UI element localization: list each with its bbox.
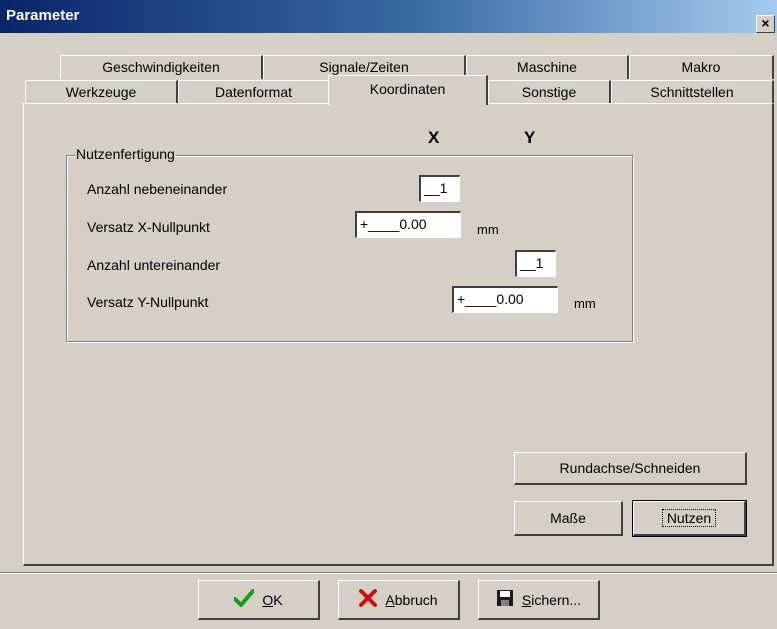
tab-makro[interactable]: Makro	[629, 55, 774, 79]
tab-schnittstellen[interactable]: Schnittstellen	[611, 80, 774, 104]
versatz-x-label: Versatz X-Nullpunkt	[87, 219, 210, 235]
tab-geschwindigkeiten[interactable]: Geschwindigkeiten	[60, 55, 263, 79]
abbruch-button[interactable]: Abbruch	[338, 580, 460, 620]
masse-button[interactable]: Maße	[514, 501, 623, 536]
footer-divider	[0, 572, 777, 574]
rundachse-schneiden-button[interactable]: Rundachse/Schneiden	[514, 452, 747, 485]
anzahl-untereinander-field[interactable]: __1	[515, 250, 556, 277]
tab-koordinaten[interactable]: Koordinaten	[328, 75, 488, 105]
anzahl-untereinander-label: Anzahl untereinander	[87, 257, 221, 273]
tab-sonstige[interactable]: Sonstige	[488, 80, 611, 104]
versatz-x-field[interactable]: +____0.00	[355, 211, 461, 238]
sichern-label: Sichern...	[521, 591, 582, 608]
group-title: Nutzenfertigung	[75, 146, 176, 162]
tab-maschine[interactable]: Maschine	[466, 55, 629, 79]
masse-label: Maße	[550, 510, 586, 526]
sichern-button[interactable]: Sichern...	[478, 580, 600, 620]
floppy-disk-icon	[496, 589, 514, 610]
rundachse-schneiden-label: Rundachse/Schneiden	[559, 460, 701, 476]
ok-label: OK	[262, 591, 283, 608]
abbruch-label: Abbruch	[385, 591, 438, 608]
x-axis-label: X	[428, 128, 440, 147]
nutzen-label: Nutzen	[661, 509, 717, 527]
anzahl-nebeneinander-label: Anzahl nebeneinander	[87, 181, 228, 197]
nutzen-button[interactable]: Nutzen	[632, 500, 747, 537]
tab-datenformat[interactable]: Datenformat	[178, 80, 330, 104]
y-axis-label: Y	[524, 128, 536, 147]
checkmark-icon	[233, 589, 256, 610]
tab-werkzeuge[interactable]: Werkzeuge	[25, 80, 178, 104]
cancel-x-icon	[359, 589, 378, 610]
versatz-x-unit: mm	[477, 222, 499, 237]
close-button[interactable]: ×	[756, 15, 775, 33]
ok-button[interactable]: OK	[198, 580, 320, 620]
anzahl-nebeneinander-field[interactable]: __1	[419, 175, 460, 202]
window-title: Parameter	[6, 7, 80, 24]
versatz-y-field[interactable]: +____0.00	[452, 286, 558, 313]
title-bar: Parameter ×	[0, 0, 777, 33]
versatz-y-label: Versatz Y-Nullpunkt	[87, 294, 209, 310]
versatz-y-unit: mm	[574, 296, 596, 311]
